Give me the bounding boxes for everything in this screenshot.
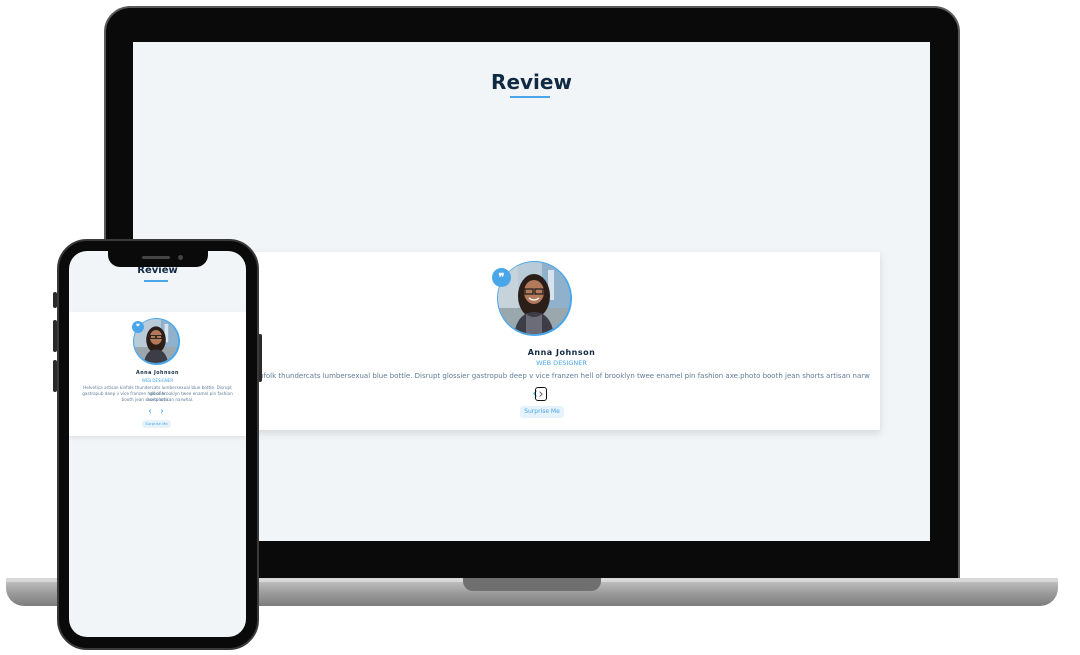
mobile-person-name: Anna Johnson [136, 371, 179, 376]
surprise-me-button[interactable]: Surprise Me [520, 406, 564, 418]
device-mockup-stage: Review ❞ Anna Johnson WEB DESIGNER kinfo… [0, 0, 1080, 655]
mobile-surprise-me-button[interactable]: Surprise Me [142, 420, 171, 428]
next-button[interactable]: › [535, 387, 547, 401]
person-job: web designer [536, 359, 587, 367]
mobile-review-card: ❞ Anna Johnson web designer Helvetica ar… [69, 312, 246, 436]
mobile-quote-icon: ❞ [132, 321, 144, 333]
phone-camera [178, 255, 183, 260]
quote-icon: ❞ [492, 268, 511, 287]
mobile-review-text-line-3: booth jean shorts artisan narwhal. [121, 397, 194, 402]
mobile-title-underline [144, 280, 168, 282]
title-underline [510, 96, 550, 98]
section-title: Review [491, 70, 572, 94]
review-card: ❞ Anna Johnson web designer kinfolk thun… [243, 252, 880, 430]
person-name: Anna Johnson [527, 348, 596, 357]
phone-screen: Review ❞ Anna Johnson web design [69, 251, 246, 637]
mobile-person-job: web designer [141, 378, 174, 383]
mobile-next-button[interactable]: › [158, 407, 166, 417]
mobile-prev-button[interactable]: ‹ [146, 407, 154, 417]
laptop-hinge-notch [463, 578, 601, 591]
review-text: kinfolk thundercats lumbersexual blue bo… [253, 372, 870, 380]
phone-speaker [142, 256, 170, 259]
